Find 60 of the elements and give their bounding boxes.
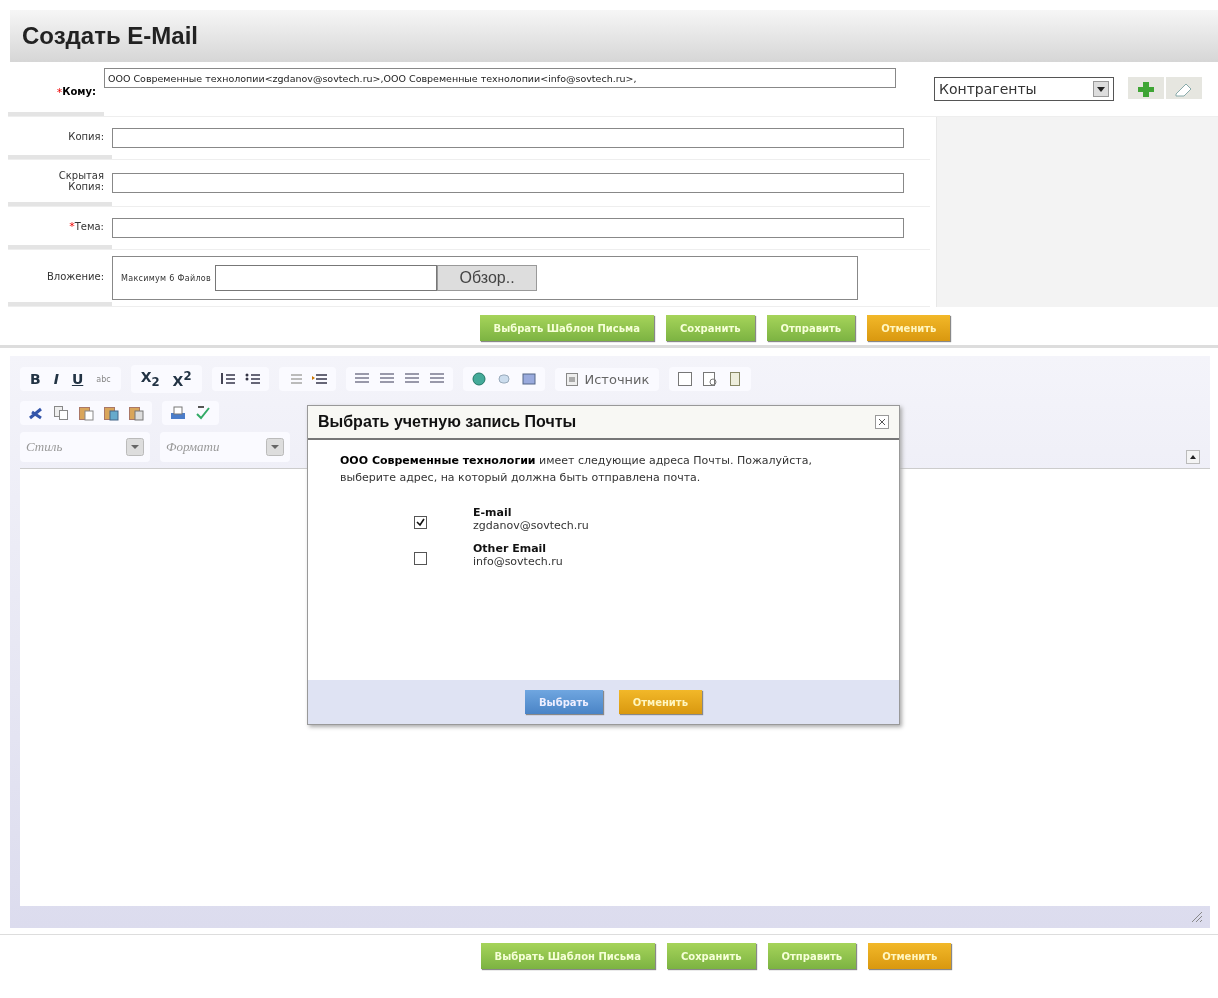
dialog-title: Выбрать учетную запись Почты [318, 413, 577, 431]
caret-icon [1093, 81, 1109, 97]
page-preview-icon[interactable] [702, 371, 719, 387]
field-label: Копия: [68, 130, 104, 142]
bulleted-list-icon[interactable] [244, 371, 261, 387]
action-button[interactable]: Отправить [767, 943, 857, 969]
required-mark: * [69, 219, 75, 233]
format-button[interactable]: abc [94, 374, 113, 384]
option-label: E-mail [473, 506, 513, 519]
format-button[interactable]: B [28, 371, 43, 387]
text-field[interactable] [112, 218, 904, 238]
field-label: Скрытая Копия: [57, 170, 104, 192]
blank-page-icon[interactable] [677, 371, 694, 387]
option-label: Other Email [473, 542, 548, 555]
source-button[interactable]: Источник [562, 371, 652, 387]
resize-grip-icon[interactable] [1190, 910, 1204, 924]
required-mark: * [56, 86, 63, 99]
format-button[interactable]: U [69, 371, 86, 387]
plus-icon[interactable] [1128, 77, 1164, 101]
format-dropdown[interactable]: Формати [160, 432, 290, 462]
caret-icon [126, 438, 144, 456]
eraser-icon[interactable] [1166, 77, 1202, 101]
action-button[interactable]: Выбрать [525, 690, 603, 714]
checkbox[interactable] [414, 552, 427, 565]
format-button[interactable]: X$_{2}$ [138, 369, 162, 389]
scissors-icon[interactable] [28, 405, 44, 421]
checkbox[interactable] [414, 516, 427, 529]
page-title: Создать E-Mail [22, 22, 199, 50]
browse-button[interactable]: Обзор.. [437, 265, 538, 291]
dialog-message: ООО Современные технологии имеет следующие адреса Почты. Пожалуйста, выберите адрес, на который должна быть отправлена почта. [340, 453, 813, 486]
file-limit-note: Максимум 6 Файлов [121, 273, 212, 283]
action-button[interactable]: Сохранить [666, 943, 756, 969]
text-field[interactable]: ООО Современные технолопии<zgdanov@sovtech.ru>,ООО Современные технолопии<info@sovtech.ru>, [104, 68, 896, 88]
action-button[interactable]: Выбрать Шаблон Письма [480, 943, 655, 969]
action-button[interactable]: Отменить [868, 943, 952, 969]
field-label: Вложение: [46, 270, 104, 282]
field-label: Кому: [62, 86, 96, 97]
style-dropdown[interactable]: Стиль [20, 432, 150, 462]
email-address: zgdanov@sovtech.ru [473, 519, 589, 532]
action-button[interactable]: Сохранить [665, 315, 755, 341]
action-button[interactable]: Отправить [766, 315, 856, 341]
copy-icon[interactable] [53, 405, 69, 421]
numbered-list-icon[interactable] [219, 371, 236, 387]
scroll-up-icon[interactable] [1186, 450, 1200, 464]
indent-icon[interactable] [311, 371, 328, 387]
printer-icon[interactable] [170, 405, 186, 421]
action-button[interactable]: Выбрать Шаблон Письма [479, 315, 654, 341]
field-label: Тема: [74, 220, 104, 232]
text-field[interactable] [112, 128, 904, 148]
email-address: info@sovtech.ru [473, 555, 563, 568]
document-icon [564, 371, 579, 387]
close-icon[interactable] [875, 415, 889, 429]
action-button[interactable]: Отменить [618, 690, 702, 714]
caret-icon [266, 438, 284, 456]
format-button[interactable]: X$^{2}$ [170, 369, 194, 389]
recipient-source-dropdown[interactable]: Контрагенты [934, 77, 1114, 101]
format-button[interactable]: I [51, 371, 61, 387]
action-button[interactable]: Отменить [867, 315, 951, 341]
text-field[interactable] [112, 173, 904, 193]
file-path-field[interactable] [215, 265, 438, 291]
